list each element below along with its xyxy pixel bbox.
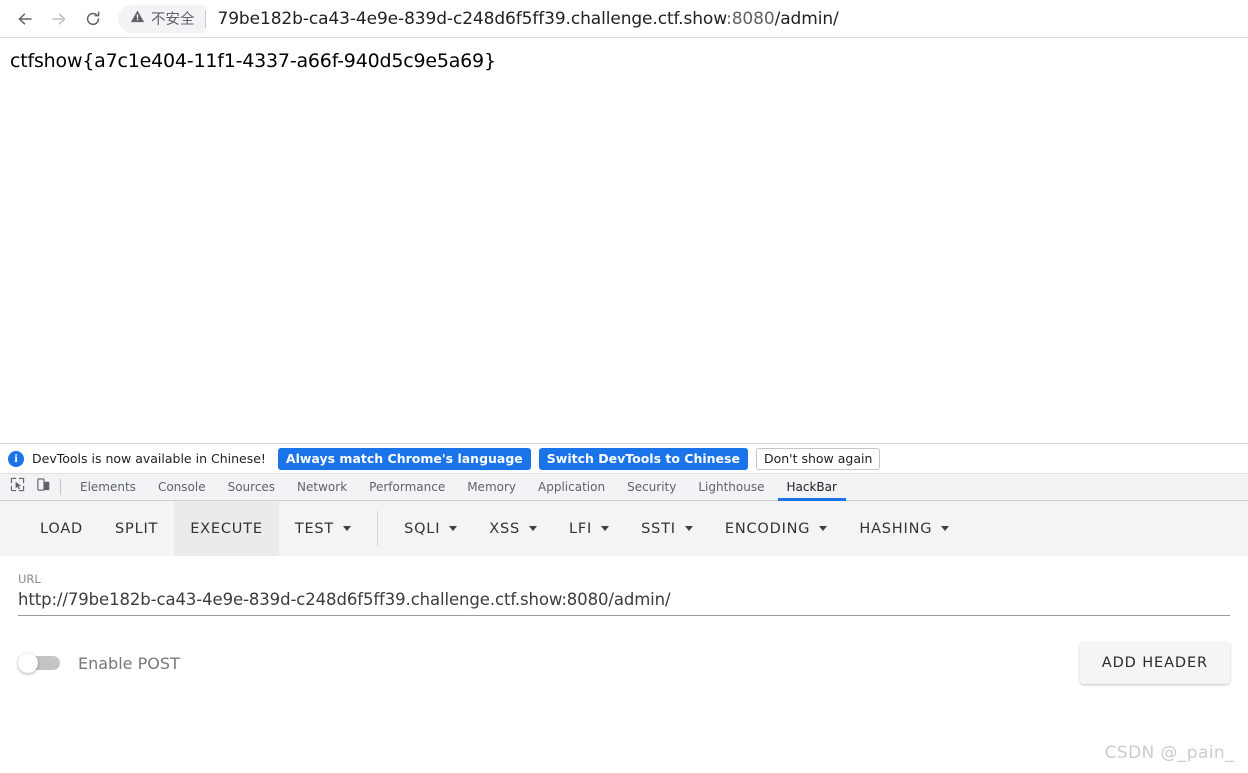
- enable-post-group[interactable]: Enable POST: [18, 653, 180, 673]
- browser-toolbar: 不安全 79be182b-ca43-4e9e-839d-c248d6f5ff39…: [0, 0, 1248, 38]
- tab-network[interactable]: Network: [286, 474, 358, 501]
- hackbar-xss-menu[interactable]: XSS: [473, 501, 553, 556]
- hackbar-split-label: SPLIT: [115, 520, 159, 537]
- hackbar-test-menu[interactable]: TEST: [279, 501, 367, 556]
- tab-console[interactable]: Console: [147, 474, 217, 501]
- enable-post-toggle[interactable]: [18, 653, 62, 673]
- hackbar-lfi-menu[interactable]: LFI: [553, 501, 625, 556]
- security-label: 不安全: [151, 12, 195, 28]
- hackbar-load-button[interactable]: LOAD: [24, 501, 99, 556]
- hackbar-sqli-label: SQLI: [404, 520, 441, 537]
- tabstrip-divider: [60, 479, 61, 495]
- device-toolbar-icon: [36, 477, 51, 497]
- url-field-label: URL: [18, 572, 41, 586]
- hackbar-xss-label: XSS: [489, 520, 521, 537]
- tab-security[interactable]: Security: [616, 474, 687, 501]
- hackbar-toolbar: LOAD SPLIT EXECUTE TEST SQLI XSS LFI SST…: [0, 501, 1248, 556]
- url-text: 79be182b-ca43-4e9e-839d-c248d6f5ff39.cha…: [206, 9, 839, 29]
- hackbar-lfi-label: LFI: [569, 520, 593, 537]
- tab-sources[interactable]: Sources: [217, 474, 286, 501]
- inspect-element-icon: [10, 477, 25, 497]
- address-bar[interactable]: 不安全 79be182b-ca43-4e9e-839d-c248d6f5ff39…: [118, 4, 1238, 33]
- url-port: :8080: [726, 8, 775, 29]
- watermark: CSDN @_pain_: [1104, 743, 1234, 763]
- forward-button[interactable]: [44, 4, 74, 34]
- url-host: 79be182b-ca43-4e9e-839d-c248d6f5ff39.cha…: [217, 8, 727, 29]
- hackbar-ssti-menu[interactable]: SSTI: [625, 501, 709, 556]
- enable-post-label: Enable POST: [78, 653, 180, 673]
- hackbar-test-label: TEST: [294, 520, 335, 537]
- chevron-down-icon: [819, 526, 828, 531]
- notification-message: DevTools is now available in Chinese!: [32, 451, 266, 466]
- url-path: /admin/: [774, 8, 839, 29]
- hackbar-sqli-menu[interactable]: SQLI: [388, 501, 473, 556]
- hackbar-encoding-menu[interactable]: ENCODING: [709, 501, 843, 556]
- arrow-right-icon: [49, 9, 69, 29]
- device-toolbar-button[interactable]: [30, 475, 56, 499]
- hackbar-url-field: URL http://79be182b-ca43-4e9e-839d-c248d…: [0, 556, 1248, 616]
- tab-application[interactable]: Application: [527, 474, 616, 501]
- toggle-knob: [18, 653, 38, 673]
- chevron-down-icon: [601, 526, 610, 531]
- hackbar-toolbar-divider: [377, 511, 379, 546]
- hackbar-encoding-label: ENCODING: [724, 520, 811, 537]
- chevron-down-icon: [529, 526, 538, 531]
- always-match-language-button[interactable]: Always match Chrome's language: [277, 447, 531, 470]
- hackbar-load-label: LOAD: [40, 520, 84, 537]
- dont-show-again-button[interactable]: Don't show again: [755, 447, 881, 470]
- hackbar-execute-button[interactable]: EXECUTE: [174, 501, 279, 556]
- devtools-language-notification: i DevTools is now available in Chinese! …: [0, 444, 1248, 474]
- tab-performance[interactable]: Performance: [358, 474, 456, 501]
- chevron-down-icon: [449, 526, 458, 531]
- back-button[interactable]: [10, 4, 40, 34]
- hackbar-execute-label: EXECUTE: [190, 520, 263, 537]
- reload-button[interactable]: [78, 4, 108, 34]
- chevron-down-icon: [941, 526, 950, 531]
- tab-hackbar[interactable]: HackBar: [776, 474, 848, 501]
- arrow-left-icon: [15, 9, 35, 29]
- tab-lighthouse[interactable]: Lighthouse: [687, 474, 775, 501]
- url-input-wrapper[interactable]: http://79be182b-ca43-4e9e-839d-c248d6f5f…: [18, 590, 1230, 616]
- add-header-button[interactable]: ADD HEADER: [1079, 642, 1230, 684]
- site-security-chip[interactable]: 不安全: [118, 4, 205, 33]
- chevron-down-icon: [343, 526, 352, 531]
- hackbar-hashing-label: HASHING: [859, 520, 933, 537]
- hackbar-split-button[interactable]: SPLIT: [99, 501, 174, 556]
- devtools-panel: i DevTools is now available in Chinese! …: [0, 443, 1248, 772]
- page-viewport: ctfshow{a7c1e404-11f1-4337-a66f-940d5c9e…: [0, 38, 1248, 443]
- tab-elements[interactable]: Elements: [69, 474, 147, 501]
- inspect-element-button[interactable]: [4, 475, 30, 499]
- url-input[interactable]: http://79be182b-ca43-4e9e-839d-c248d6f5f…: [18, 590, 1230, 609]
- switch-to-chinese-button[interactable]: Switch DevTools to Chinese: [538, 447, 748, 470]
- tab-memory[interactable]: Memory: [456, 474, 527, 501]
- info-icon: i: [8, 450, 24, 467]
- hackbar-hashing-menu[interactable]: HASHING: [843, 501, 965, 556]
- flag-output: ctfshow{a7c1e404-11f1-4337-a66f-940d5c9e…: [10, 50, 496, 72]
- devtools-tabstrip: Elements Console Sources Network Perform…: [0, 474, 1248, 501]
- reload-icon: [83, 9, 103, 29]
- warning-triangle-icon: [130, 9, 145, 29]
- hackbar-ssti-label: SSTI: [641, 520, 676, 537]
- hackbar-options-row: Enable POST ADD HEADER: [0, 616, 1248, 684]
- chevron-down-icon: [684, 526, 693, 531]
